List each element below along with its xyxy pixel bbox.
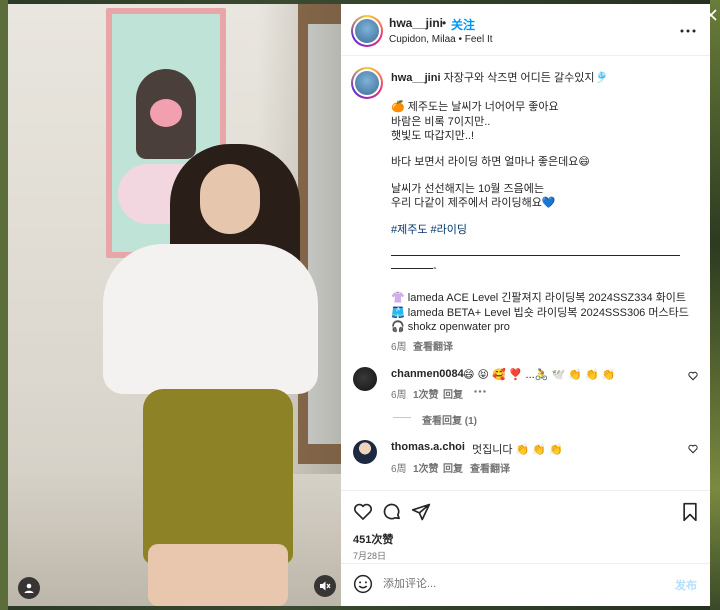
audio-location-label[interactable]: Cupidon, Milaa • Feel It (389, 34, 493, 45)
person-legs (148, 544, 288, 606)
caption-line: 🍊 제주도는 날씨가 너어어무 좋아요 (391, 101, 559, 113)
follow-button[interactable]: 关注 (451, 16, 475, 33)
replies-divider (393, 417, 411, 418)
comment-like-button[interactable] (688, 371, 698, 384)
save-button[interactable] (679, 501, 701, 523)
comment-reply-button[interactable]: 回复 (443, 460, 463, 475)
like-button[interactable] (352, 501, 374, 523)
caption-line: 날씨가 선선해지는 10월 즈음에는 (391, 183, 544, 195)
post-media[interactable] (8, 4, 341, 606)
person-shorts (143, 389, 293, 564)
caption-headline: 자장구와 삭즈면 어디든 갈수있지🎐 (443, 72, 609, 84)
caption-hashtags[interactable]: #제주도 #라이딩 (391, 223, 467, 238)
speaker-muted-icon (320, 581, 331, 591)
caption-divider-short (391, 268, 433, 269)
author-avatar[interactable] (351, 15, 383, 47)
backdrop-edge-right (710, 0, 720, 610)
commenter-avatar[interactable] (353, 440, 377, 464)
author-username[interactable]: hwa__jini (389, 16, 443, 30)
comment-reply-button[interactable]: 回复 (443, 386, 463, 401)
caption-divider-tail: - (433, 262, 437, 274)
post-detail-panel: hwa__jini • 关注 Cupidon, Milaa • Feel It … (341, 4, 710, 606)
smiley-icon (353, 574, 373, 594)
comment-username[interactable]: chanmen0084 (391, 368, 464, 380)
tagged-users-button[interactable] (18, 577, 40, 599)
commenter-avatar[interactable] (353, 367, 377, 391)
caption-product: 👚 lameda ACE Level 긴팔져지 라이딩복 2024SSZ334 … (391, 292, 687, 304)
caption-username[interactable]: hwa__jini (391, 72, 441, 84)
comment-like-button[interactable] (688, 444, 698, 457)
comment-like-count[interactable]: 1次赞 (413, 386, 439, 401)
user-icon (24, 583, 34, 593)
heart-outline-icon (353, 503, 373, 520)
comment-button[interactable] (381, 501, 403, 523)
heart-outline-icon (688, 371, 698, 381)
comment-bubble-icon (383, 503, 400, 520)
caption-time[interactable]: 6周 (391, 338, 407, 353)
post-date[interactable]: 7月28日 (353, 549, 386, 562)
caption-first-line: hwa__jini 자장구와 삭즈면 어디든 갈수있지🎐 (391, 71, 608, 86)
add-comment-bar: 发布 (341, 563, 710, 607)
paper-plane-icon (411, 503, 431, 521)
post-header: hwa__jini • 关注 Cupidon, Milaa • Feel It (341, 4, 710, 56)
caption-divider (391, 255, 680, 256)
comment-text: 멋집니다 👏 👏 👏 (472, 444, 563, 456)
more-horizontal-icon (474, 390, 486, 393)
paw-pad (150, 99, 182, 127)
emoji-picker-button[interactable] (353, 574, 373, 594)
caption-line: 우리 다같이 제주에서 라이딩해요💙 (391, 197, 556, 209)
paw-illustration (136, 69, 196, 159)
view-replies-button[interactable]: 查看回复 (1) (422, 412, 477, 427)
caption-translate-link[interactable]: 查看翻译 (413, 338, 453, 353)
post-actions: 451次赞 7月28日 发布 (341, 490, 710, 606)
comment-time[interactable]: 6周 (391, 386, 407, 401)
comment-options-icon[interactable] (474, 385, 486, 396)
comment-input[interactable] (383, 574, 653, 594)
post-comment-button[interactable]: 发布 (675, 577, 697, 593)
caption-product: 🩳 lameda BETA+ Level 빕숏 라이딩복 2024SSS306 … (391, 307, 689, 319)
caption-line: 바람은 비록 7이지만.. (391, 116, 491, 128)
more-horizontal-icon (680, 29, 696, 33)
person-jersey (103, 244, 318, 394)
like-count[interactable]: 451次赞 (353, 531, 393, 547)
comment-like-count[interactable]: 1次赞 (413, 460, 439, 475)
comment-translate-link[interactable]: 查看翻译 (470, 460, 510, 475)
heart-outline-icon (688, 444, 698, 454)
comment-text: 😄 😝 🥰 ❣️ ...🚴 🕊️ 👏 👏 👏 (463, 369, 616, 381)
bookmark-icon (683, 502, 697, 522)
caption-author-avatar[interactable] (351, 67, 383, 99)
header-separator: • (442, 16, 447, 30)
mute-button[interactable] (314, 575, 336, 597)
comments-scroll-area[interactable]: hwa__jini 자장구와 삭즈면 어디든 갈수있지🎐 🍊 제주도는 날씨가 … (341, 57, 710, 490)
backdrop-edge-left (0, 0, 8, 610)
more-options-button[interactable] (680, 20, 696, 38)
share-button[interactable] (410, 501, 432, 523)
caption-line: 바다 보면서 라이딩 하면 얼마나 좋은데요😄 (391, 156, 590, 168)
caption-product: 🎧 shokz openwater pro (391, 321, 510, 333)
caption-line: 햇빛도 따갑지만..! (391, 130, 475, 142)
person-face (200, 164, 260, 234)
comment-time[interactable]: 6周 (391, 460, 407, 475)
close-icon[interactable] (705, 8, 717, 24)
comment-username[interactable]: thomas.a.choi (391, 441, 465, 453)
